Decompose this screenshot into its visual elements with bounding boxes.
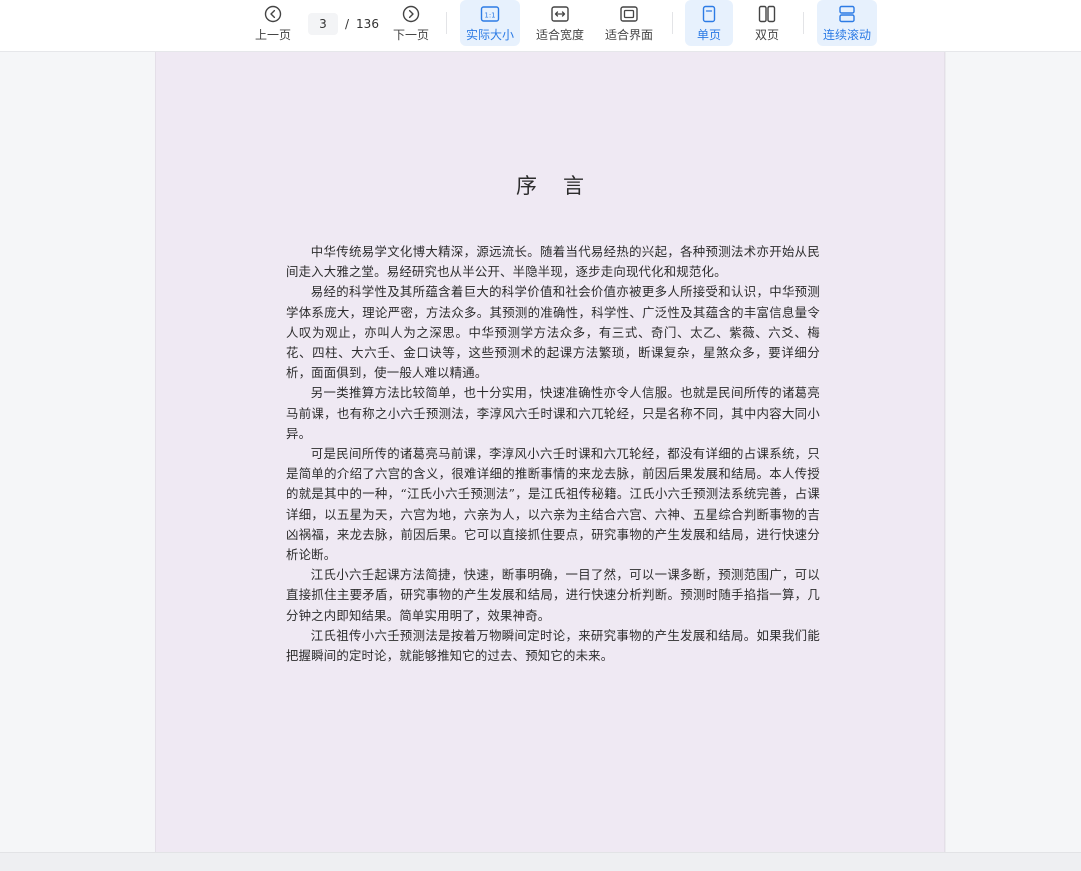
- body-paragraph: 易经的科学性及其所蕴含着巨大的科学价值和社会价值亦被更多人所接受和认识，中华预测…: [286, 284, 820, 381]
- actual-size-button[interactable]: 1:1 实际大小: [460, 0, 520, 46]
- fit-page-button[interactable]: 适合界面: [599, 0, 659, 46]
- page-navigator: / 136: [308, 12, 379, 36]
- actual-size-glyph: 1:1: [484, 11, 495, 19]
- body-paragraph: 江氏小六壬起课方法简捷，快速，断事明确，一目了然，可以一课多断，预测范围广，可以…: [286, 567, 820, 623]
- toolbar-divider: [446, 12, 447, 34]
- fit-width-label: 适合宽度: [535, 28, 584, 42]
- body-paragraph: 江氏祖传小六壬预测法是按着万物瞬间定时论，来研究事物的产生发展和结局。如果我们能…: [286, 627, 820, 664]
- body-paragraph: 中华传统易学文化博大精深，源远流长。随着当代易经热的兴起，各种预测法术亦开始从民…: [286, 244, 820, 280]
- double-page-label: 双页: [754, 28, 779, 42]
- fit-width-button[interactable]: 适合宽度: [530, 0, 590, 46]
- document-body: 中华传统易学文化博大精深，源远流长。随着当代易经热的兴起，各种预测法术亦开始从民…: [286, 242, 820, 666]
- actual-size-label: 实际大小: [465, 28, 514, 42]
- single-page-label: 单页: [696, 28, 721, 42]
- total-pages: 136: [356, 17, 379, 31]
- chevron-left-circle-icon: [264, 5, 282, 23]
- page-separator: /: [345, 17, 350, 31]
- horizontal-scrollbar[interactable]: [0, 852, 1081, 871]
- double-page-icon: [758, 5, 776, 23]
- toolbar-divider: [672, 12, 673, 34]
- chevron-right-circle-icon: [402, 5, 420, 23]
- single-page-icon: [702, 5, 716, 23]
- next-page-label: 下一页: [392, 28, 429, 42]
- reader-toolbar: 上一页 / 136 下一页 1:1 实际大小 适合宽度 适合界面: [0, 0, 1081, 52]
- page-number-input[interactable]: [308, 13, 338, 35]
- fit-page-icon: [620, 6, 638, 22]
- prev-page-button[interactable]: 上一页: [250, 0, 296, 46]
- next-page-button[interactable]: 下一页: [388, 0, 434, 46]
- single-page-button[interactable]: 单页: [685, 0, 733, 46]
- double-page-button[interactable]: 双页: [743, 0, 791, 46]
- toolbar-divider: [803, 12, 804, 34]
- page-edge-line: [945, 52, 946, 852]
- actual-size-icon: 1:1: [480, 6, 500, 22]
- fit-width-icon: [551, 6, 569, 22]
- fit-page-label: 适合界面: [604, 28, 653, 42]
- body-paragraph: 可是民间所传的诸葛亮马前课，李淳风小六壬时课和六兀轮经，都没有详细的占课系统，只…: [286, 446, 820, 563]
- continuous-scroll-button[interactable]: 连续滚动: [817, 0, 877, 46]
- continuous-scroll-icon: [839, 5, 855, 23]
- continuous-scroll-label: 连续滚动: [822, 28, 871, 42]
- body-paragraph: 另一类推算方法比较简单，也十分实用，快速准确性亦令人信服。也就是民间所传的诸葛亮…: [286, 385, 820, 441]
- document-title: 序言: [516, 174, 610, 198]
- document-page: 序言 中华传统易学文化博大精深，源远流长。随着当代易经热的兴起，各种预测法术亦开…: [155, 52, 945, 852]
- document-viewer[interactable]: 序言 中华传统易学文化博大精深，源远流长。随着当代易经热的兴起，各种预测法术亦开…: [0, 52, 1081, 852]
- prev-page-label: 上一页: [254, 28, 291, 42]
